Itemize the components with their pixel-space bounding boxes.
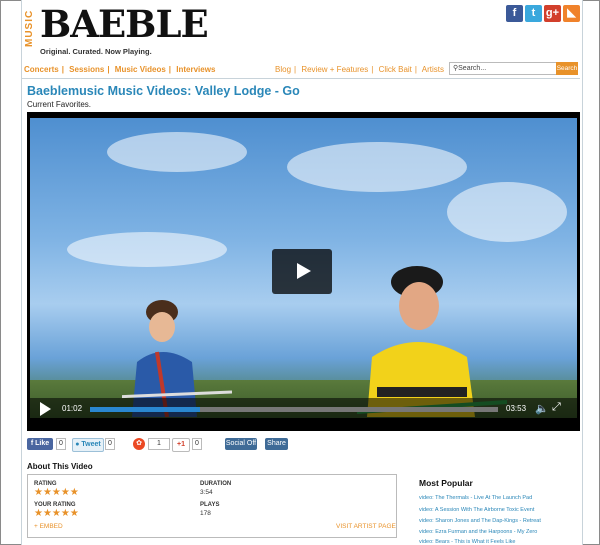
page-subtitle[interactable]: Current Favorites. bbox=[27, 100, 91, 109]
googleplus-button[interactable]: +1 bbox=[172, 438, 190, 452]
search-button[interactable]: Search bbox=[556, 62, 578, 75]
visit-artist-page-link[interactable]: VISIT ARTIST PAGE bbox=[336, 523, 396, 530]
nav-music-videos[interactable]: Music Videos bbox=[115, 65, 166, 74]
facebook-icon: f bbox=[30, 440, 34, 447]
volume-icon[interactable]: 🔈 bbox=[535, 402, 549, 415]
popular-item[interactable]: video: Ezra Furman and the Harpoons - My… bbox=[419, 529, 537, 535]
tweet-button[interactable]: ● Tweet bbox=[72, 438, 104, 452]
facebook-like-button[interactable]: f Like bbox=[27, 438, 53, 450]
fullscreen-icon[interactable]: ⤢ bbox=[552, 401, 561, 414]
gplus-count: 0 bbox=[192, 438, 202, 450]
seek-bar-progress bbox=[90, 407, 201, 412]
rider-right bbox=[357, 266, 507, 417]
logo-music-label[interactable]: MUSIC bbox=[24, 8, 38, 48]
popular-item[interactable]: video: Bears - This is What it Feels Lik… bbox=[419, 539, 516, 545]
about-box: RATING ★★★★★ YOUR RATING ★★★★★ DURATION … bbox=[27, 474, 397, 538]
tagline: Original. Curated. Now Playing. bbox=[40, 47, 152, 56]
header-divider bbox=[22, 78, 580, 79]
plays-value: 178 bbox=[200, 510, 211, 517]
nav-blog[interactable]: Blog bbox=[275, 65, 291, 74]
tweet-count: 0 bbox=[105, 438, 115, 450]
embed-link[interactable]: + EMBED bbox=[34, 523, 63, 530]
popular-item[interactable]: video: The Thermals - Live At The Launch… bbox=[419, 495, 532, 501]
seek-bar[interactable] bbox=[90, 407, 498, 412]
twitter-icon[interactable]: t bbox=[525, 5, 542, 22]
cloud bbox=[447, 182, 567, 242]
site-logo[interactable]: BAEBLE bbox=[40, 2, 209, 46]
stumble-count: 1 bbox=[148, 438, 170, 450]
nav-artists[interactable]: Artists bbox=[422, 65, 444, 74]
popular-item[interactable]: video: A Session With The Airborne Toxic… bbox=[419, 507, 534, 513]
cloud bbox=[287, 142, 467, 192]
facebook-icon[interactable]: f bbox=[506, 5, 523, 22]
duration-value: 3:54 bbox=[200, 489, 213, 496]
nav-sessions[interactable]: Sessions bbox=[69, 65, 104, 74]
twitter-icon: ● bbox=[75, 441, 80, 448]
stumbleupon-icon[interactable]: ✿ bbox=[133, 438, 145, 450]
search-input[interactable]: ⚲Search... bbox=[449, 62, 561, 75]
secondary-nav: Blog | Review + Features | Click Bait | Art… bbox=[275, 65, 444, 74]
rating-stars: ★★★★★ bbox=[34, 487, 79, 498]
rss-icon[interactable]: ◣ bbox=[563, 5, 580, 22]
nav-interviews[interactable]: Interviews bbox=[176, 65, 215, 74]
duration: 03:53 bbox=[506, 404, 527, 413]
play-overlay-button[interactable] bbox=[272, 249, 332, 294]
page-title: Baeblemusic Music Videos: Valley Lodge -… bbox=[27, 84, 300, 98]
video-controls: 01:02 03:53 🔈 ⤢ bbox=[30, 398, 577, 420]
popular-item[interactable]: video: Sharon Jones and The Dap-Kings - … bbox=[419, 518, 541, 524]
plays-label: PLAYS bbox=[200, 502, 220, 508]
about-heading: About This Video bbox=[27, 462, 93, 471]
share-button[interactable]: Share bbox=[265, 438, 288, 450]
googleplus-icon[interactable]: g+ bbox=[544, 5, 561, 22]
social-off-button[interactable]: Social Off bbox=[225, 438, 257, 450]
like-count: 0 bbox=[56, 438, 66, 450]
main-nav: Concerts | Sessions | Music Videos | Interv… bbox=[24, 65, 216, 74]
nav-concerts[interactable]: Concerts bbox=[24, 65, 59, 74]
nav-click-bait[interactable]: Click Bait bbox=[379, 65, 412, 74]
duration-label: DURATION bbox=[200, 481, 232, 487]
your-rating-stars[interactable]: ★★★★★ bbox=[34, 509, 79, 519]
nav-review-features[interactable]: Review + Features bbox=[301, 65, 368, 74]
video-player[interactable]: 01:02 03:53 🔈 ⤢ bbox=[27, 112, 580, 431]
cloud bbox=[107, 132, 247, 172]
current-time: 01:02 bbox=[62, 404, 83, 413]
cloud bbox=[67, 232, 227, 267]
most-popular-heading: Most Popular bbox=[419, 478, 473, 488]
play-icon[interactable] bbox=[40, 402, 51, 416]
